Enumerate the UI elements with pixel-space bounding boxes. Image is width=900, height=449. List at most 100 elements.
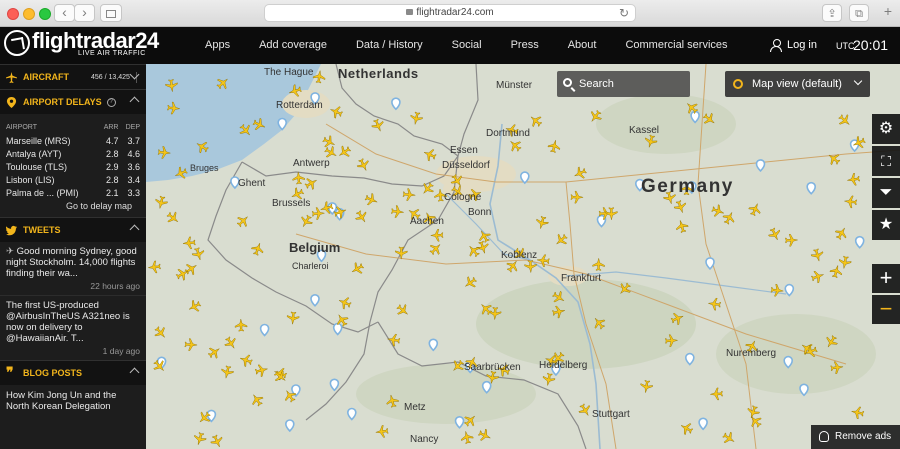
blog-post-item[interactable]: How Kim Jong Un and the North Korean Del… xyxy=(0,385,146,417)
aircraft-icon[interactable] xyxy=(286,311,300,325)
aircraft-icon[interactable] xyxy=(402,188,416,201)
aircraft-icon[interactable] xyxy=(148,260,161,274)
address-bar[interactable]: flightradar24.com ↻ xyxy=(264,4,636,22)
aircraft-icon[interactable] xyxy=(833,225,850,242)
aircraft-icon[interactable] xyxy=(553,232,570,249)
nav-press[interactable]: Press xyxy=(511,27,539,64)
table-row[interactable]: Lisbon (LIS) 2.8 3.4 xyxy=(6,173,140,186)
aircraft-icon[interactable] xyxy=(572,165,588,181)
back-button[interactable]: ‹ xyxy=(54,4,75,22)
new-tab-button[interactable]: + xyxy=(878,4,898,22)
delay-map-link[interactable]: Go to delay map xyxy=(6,201,140,217)
forward-button[interactable]: › xyxy=(74,4,95,22)
aircraft-icon[interactable] xyxy=(577,402,594,419)
fullscreen-button[interactable]: ⛶ xyxy=(872,146,900,176)
aircraft-icon[interactable] xyxy=(673,199,688,215)
aircraft-icon[interactable] xyxy=(183,260,200,277)
aircraft-icon[interactable] xyxy=(847,173,861,187)
aircraft-icon[interactable] xyxy=(182,236,196,250)
aircraft-icon[interactable] xyxy=(745,404,760,419)
airport-marker-icon[interactable] xyxy=(391,97,401,111)
tweet-item[interactable]: The first US-produced @AirbusInTheUS A32… xyxy=(0,295,146,360)
airport-marker-icon[interactable] xyxy=(329,378,340,392)
airport-marker-icon[interactable] xyxy=(428,338,439,352)
aircraft-icon[interactable] xyxy=(186,298,202,314)
aircraft-icon[interactable] xyxy=(721,210,737,226)
aircraft-icon[interactable] xyxy=(364,192,380,208)
airport-marker-icon[interactable] xyxy=(854,235,865,249)
aircraft-icon[interactable] xyxy=(475,240,490,255)
aircraft-icon[interactable] xyxy=(850,405,865,420)
info-icon[interactable]: ? xyxy=(106,97,116,107)
show-tabs-button[interactable]: ⧉ xyxy=(849,4,869,22)
sidebar-toggle-button[interactable] xyxy=(100,4,122,22)
table-row[interactable]: Antalya (AYT) 2.8 4.6 xyxy=(6,147,140,160)
aircraft-icon[interactable] xyxy=(507,137,524,154)
aircraft-icon[interactable] xyxy=(395,246,408,260)
aircraft-icon[interactable] xyxy=(154,195,168,210)
aircraft-icon[interactable] xyxy=(785,234,798,247)
filter-button[interactable]: ⏷ xyxy=(872,178,900,208)
aircraft-icon[interactable] xyxy=(337,295,353,311)
aircraft-icon[interactable] xyxy=(721,430,738,447)
aircraft-icon[interactable] xyxy=(460,430,474,445)
aircraft-icon[interactable] xyxy=(336,144,353,161)
aircraft-icon[interactable] xyxy=(191,247,206,262)
aircraft-icon[interactable] xyxy=(206,344,223,361)
aircraft-icon[interactable] xyxy=(394,302,411,319)
aircraft-icon[interactable] xyxy=(430,229,444,242)
aircraft-icon[interactable] xyxy=(174,266,190,282)
aircraft-icon[interactable] xyxy=(409,111,423,125)
airport-marker-icon[interactable] xyxy=(705,257,715,271)
aircraft-icon[interactable] xyxy=(710,387,723,401)
zoom-window-button[interactable] xyxy=(39,8,51,20)
chevron-down-icon[interactable] xyxy=(129,69,140,80)
nav-commercial-services[interactable]: Commercial services xyxy=(625,27,727,64)
nav-social[interactable]: Social xyxy=(452,27,482,64)
airport-marker-icon[interactable] xyxy=(285,419,295,433)
zoom-out-button[interactable]: − xyxy=(872,295,900,324)
chevron-up-icon[interactable] xyxy=(129,96,140,107)
aircraft-icon[interactable] xyxy=(234,318,248,332)
minimize-window-button[interactable] xyxy=(23,8,35,20)
share-button[interactable]: ⇪ xyxy=(822,4,842,22)
aircraft-icon[interactable] xyxy=(825,150,842,167)
aircraft-icon[interactable] xyxy=(476,228,492,244)
airport-marker-icon[interactable] xyxy=(259,323,270,337)
aircraft-icon[interactable] xyxy=(254,363,269,378)
airport-marker-icon[interactable] xyxy=(310,294,320,307)
aircraft-icon[interactable] xyxy=(422,147,438,163)
favorites-button[interactable]: ★ xyxy=(872,210,900,240)
aircraft-icon[interactable] xyxy=(547,139,561,154)
aircraft-icon[interactable] xyxy=(527,112,544,129)
aircraft-icon[interactable] xyxy=(708,297,722,311)
airport-marker-icon[interactable] xyxy=(698,417,708,431)
aircraft-icon[interactable] xyxy=(427,240,444,257)
aircraft-icon[interactable] xyxy=(390,205,404,218)
aircraft-icon[interactable] xyxy=(747,413,764,430)
chevron-up-icon[interactable] xyxy=(129,224,140,235)
flight-map[interactable]: Netherlands Germany Belgium Rotterdam Th… xyxy=(146,64,900,449)
map-view-dropdown[interactable]: Map view (default) xyxy=(725,71,870,97)
zoom-in-button[interactable]: + xyxy=(872,264,900,293)
aircraft-icon[interactable] xyxy=(465,242,482,259)
aircraft-icon[interactable] xyxy=(542,372,556,386)
aircraft-icon[interactable] xyxy=(605,207,618,220)
aircraft-icon[interactable] xyxy=(349,260,366,277)
aircraft-icon[interactable] xyxy=(235,212,252,229)
aircraft-icon[interactable] xyxy=(192,431,207,446)
aircraft-icon[interactable] xyxy=(462,274,479,291)
remove-ads-button[interactable]: Remove ads xyxy=(811,425,900,449)
airport-marker-icon[interactable] xyxy=(755,159,766,173)
reload-icon[interactable]: ↻ xyxy=(619,5,629,21)
aircraft-icon[interactable] xyxy=(370,118,386,134)
aircraft-icon[interactable] xyxy=(477,427,493,443)
aircraft-icon[interactable] xyxy=(250,241,265,257)
aircraft-icon[interactable] xyxy=(767,226,783,242)
aircraft-icon[interactable] xyxy=(152,324,169,341)
close-window-button[interactable] xyxy=(7,8,19,20)
aircraft-icon[interactable] xyxy=(770,283,784,297)
aircraft-icon[interactable] xyxy=(678,420,694,436)
aircraft-icon[interactable] xyxy=(238,353,254,368)
flight-search-input[interactable]: Search xyxy=(557,71,690,97)
